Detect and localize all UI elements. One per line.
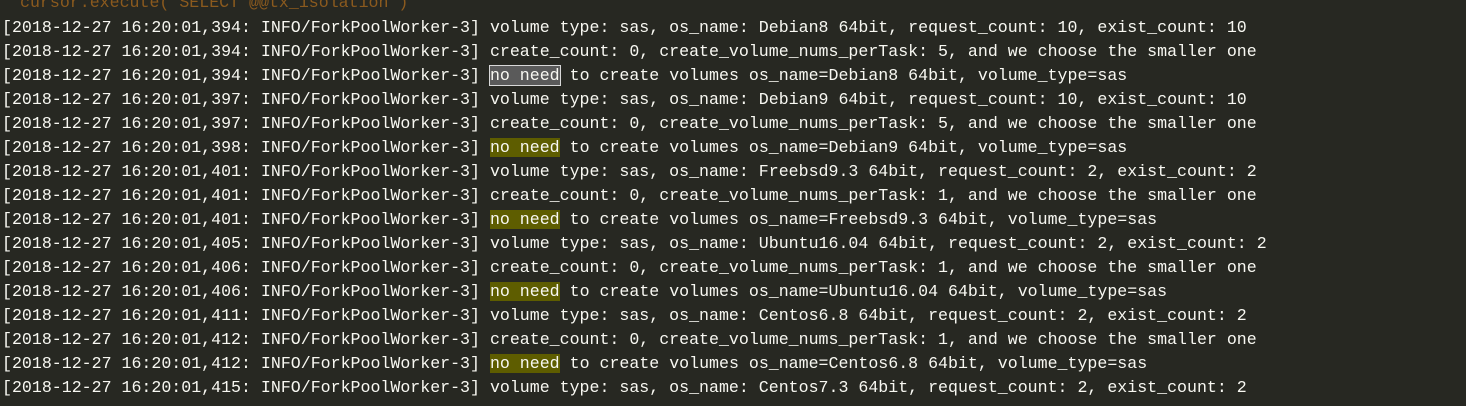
log-message: volume type: sas, os_name: Debian9 64bit…	[489, 90, 1247, 109]
log-line: [2018-12-27 16:20:01,406: INFO/ForkPoolW…	[2, 280, 1267, 304]
log-prefix: [2018-12-27 16:20:01,406: INFO/ForkPoolW…	[2, 282, 490, 301]
log-prefix: [2018-12-27 16:20:01,411: INFO/ForkPoolW…	[2, 306, 490, 325]
log-prefix: [2018-12-27 16:20:01,401: INFO/ForkPoolW…	[2, 210, 490, 229]
log-line: [2018-12-27 16:20:01,401: INFO/ForkPoolW…	[2, 160, 1267, 184]
log-message: volume type: sas, os_name: Debian8 64bit…	[489, 18, 1247, 37]
log-line: [2018-12-27 16:20:01,394: INFO/ForkPoolW…	[2, 16, 1267, 40]
log-prefix: [2018-12-27 16:20:01,397: INFO/ForkPoolW…	[2, 90, 490, 109]
log-prefix: [2018-12-27 16:20:01,415: INFO/ForkPoolW…	[2, 378, 490, 397]
log-message: to create volumes os_name=Freebsd9.3 64b…	[559, 210, 1158, 229]
log-message: volume type: sas, os_name: Centos6.8 64b…	[489, 306, 1247, 325]
log-prefix: [2018-12-27 16:20:01,412: INFO/ForkPoolW…	[2, 354, 490, 373]
log-line: [2018-12-27 16:20:01,406: INFO/ForkPoolW…	[2, 256, 1267, 280]
log-message: create_count: 0, create_volume_nums_perT…	[489, 42, 1257, 61]
log-prefix: [2018-12-27 16:20:01,405: INFO/ForkPoolW…	[2, 234, 490, 253]
log-line: [2018-12-27 16:20:01,394: INFO/ForkPoolW…	[2, 64, 1267, 88]
log-line: [2018-12-27 16:20:01,412: INFO/ForkPoolW…	[2, 328, 1267, 352]
log-prefix: [2018-12-27 16:20:01,412: INFO/ForkPoolW…	[2, 330, 490, 349]
log-message: to create volumes os_name=Centos6.8 64bi…	[559, 354, 1148, 373]
log-message: create_count: 0, create_volume_nums_perT…	[489, 114, 1257, 133]
log-message: volume type: sas, os_name: Centos7.3 64b…	[489, 378, 1247, 397]
log-message: to create volumes os_name=Debian8 64bit,…	[559, 66, 1128, 85]
log-message: create_count: 0, create_volume_nums_perT…	[489, 330, 1257, 349]
log-line: [2018-12-27 16:20:01,401: INFO/ForkPoolW…	[2, 184, 1267, 208]
search-match: no need	[488, 65, 561, 86]
log-prefix: [2018-12-27 16:20:01,394: INFO/ForkPoolW…	[2, 18, 490, 37]
log-line: [2018-12-27 16:20:01,401: INFO/ForkPoolW…	[2, 208, 1267, 232]
log-prefix: [2018-12-27 16:20:01,401: INFO/ForkPoolW…	[2, 186, 490, 205]
log-line: [2018-12-27 16:20:01,405: INFO/ForkPoolW…	[2, 232, 1267, 256]
log-line: [2018-12-27 16:20:01,394: INFO/ForkPoolW…	[2, 40, 1267, 64]
code-line: cursor.execute( SELECT @@tx_isolation )	[20, 0, 409, 12]
log-line: [2018-12-27 16:20:01,412: INFO/ForkPoolW…	[2, 352, 1267, 376]
search-match: no need	[489, 282, 560, 301]
log-prefix: [2018-12-27 16:20:01,401: INFO/ForkPoolW…	[2, 162, 490, 181]
log-output[interactable]: [2018-12-27 16:20:01,394: INFO/ForkPoolW…	[2, 16, 1267, 400]
log-prefix: [2018-12-27 16:20:01,394: INFO/ForkPoolW…	[2, 66, 490, 85]
search-match: no need	[489, 354, 560, 373]
log-line: [2018-12-27 16:20:01,415: INFO/ForkPoolW…	[2, 376, 1267, 400]
log-line: [2018-12-27 16:20:01,398: INFO/ForkPoolW…	[2, 136, 1267, 160]
log-message: volume type: sas, os_name: Freebsd9.3 64…	[489, 162, 1257, 181]
search-match: no need	[489, 210, 560, 229]
log-prefix: [2018-12-27 16:20:01,394: INFO/ForkPoolW…	[2, 42, 490, 61]
search-match: no need	[489, 138, 560, 157]
log-message: volume type: sas, os_name: Ubuntu16.04 6…	[489, 234, 1267, 253]
log-line: [2018-12-27 16:20:01,397: INFO/ForkPoolW…	[2, 88, 1267, 112]
log-line: [2018-12-27 16:20:01,411: INFO/ForkPoolW…	[2, 304, 1267, 328]
log-prefix: [2018-12-27 16:20:01,398: INFO/ForkPoolW…	[2, 138, 490, 157]
log-line: [2018-12-27 16:20:01,397: INFO/ForkPoolW…	[2, 112, 1267, 136]
log-message: create_count: 0, create_volume_nums_perT…	[489, 186, 1257, 205]
log-prefix: [2018-12-27 16:20:01,397: INFO/ForkPoolW…	[2, 114, 490, 133]
log-prefix: [2018-12-27 16:20:01,406: INFO/ForkPoolW…	[2, 258, 490, 277]
log-message: to create volumes os_name=Debian9 64bit,…	[559, 138, 1128, 157]
log-message: create_count: 0, create_volume_nums_perT…	[489, 258, 1257, 277]
log-message: to create volumes os_name=Ubuntu16.04 64…	[559, 282, 1168, 301]
